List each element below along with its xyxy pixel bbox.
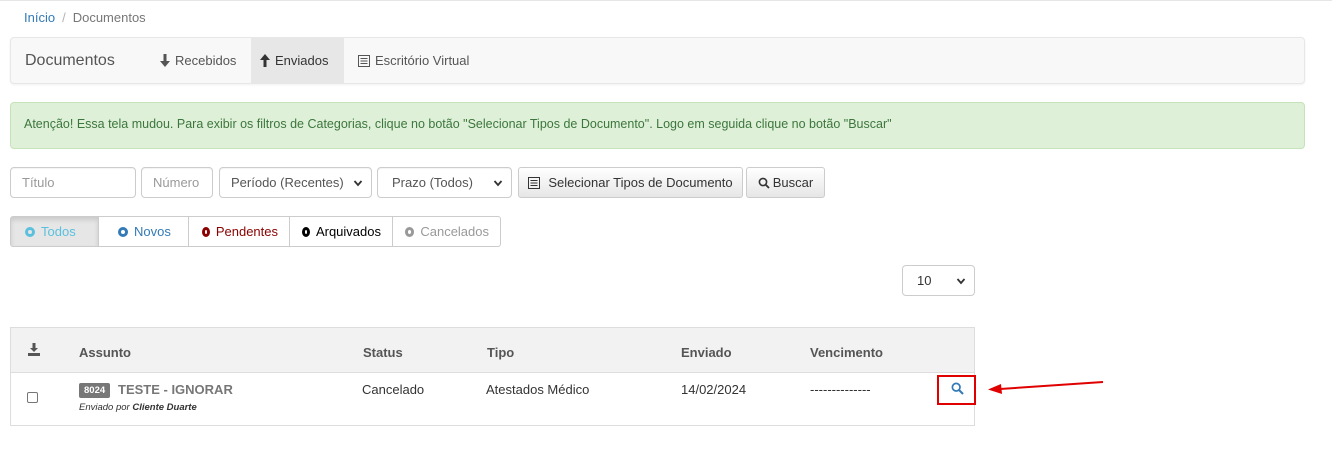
search-button-label: Buscar [772,175,814,190]
navbar-brand[interactable]: Documentos [25,52,115,70]
arrow-up-icon [260,54,270,67]
row-select-checkbox[interactable] [27,392,38,403]
tab-virtual-office-label: Escritório Virtual [375,53,470,68]
status-filter-all-label: Todos [41,224,76,239]
tab-sent-label: Enviados [275,53,329,68]
highlight-box [937,375,976,405]
status-filter-cancelled[interactable]: Cancelados [393,216,501,247]
document-sender: Enviado por Cliente Duarte [79,402,197,413]
period-select-value: Período (Recentes) [231,175,344,190]
arrow-down-icon [160,54,170,67]
circle-icon [118,226,128,237]
number-input[interactable]: Número [141,167,213,198]
documents-navbar: Documentos Recebidos Enviados Escritório… [10,37,1305,84]
list-icon [358,54,370,67]
column-header-subject[interactable]: Assunto [79,345,131,360]
document-due-date: -------------- [810,382,871,397]
breadcrumb-current: Documentos [72,10,146,25]
deadline-select-value: Prazo (Todos) [392,175,473,190]
tab-virtual-office[interactable]: Escritório Virtual [349,38,478,83]
document-status: Cancelado [362,382,425,397]
column-header-type[interactable]: Tipo [487,345,514,360]
breadcrumb-separator: / [62,10,66,25]
status-filter-pending-label: Pendentes [215,224,278,239]
select-document-types-label: Selecionar Tipos de Documento [548,175,733,190]
status-filter-group: Todos Novos Pendentes Arquivados Cancela… [10,216,501,247]
table-header: Assunto Status Tipo Enviado Vencimento [11,328,974,373]
tab-received-label: Recebidos [175,53,237,68]
status-filter-archived[interactable]: Arquivados [290,216,393,247]
tab-sent[interactable]: Enviados [251,38,344,83]
page-size-value: 10 [917,273,932,288]
circle-icon [202,226,210,237]
documents-table: Assunto Status Tipo Enviado Vencimento 8… [10,327,975,426]
status-filter-all[interactable]: Todos [10,216,99,247]
list-icon [528,176,541,189]
deadline-select[interactable]: Prazo (Todos) [377,167,512,198]
title-input-placeholder: Título [22,175,55,190]
circle-icon [25,226,35,237]
document-type: Atestados Médico [486,382,590,397]
status-filter-cancelled-label: Cancelados [420,224,489,239]
chevron-down-icon [493,179,503,186]
download-icon[interactable] [28,343,40,356]
circle-icon [405,226,415,237]
top-divider [0,0,1332,1]
sender-name: Cliente Duarte [132,402,197,413]
chevron-down-icon [353,179,363,186]
alert-text: Atenção! Essa tela mudou. Para exibir os… [24,117,892,131]
breadcrumb: Início / Documentos [24,10,146,25]
document-subject-link[interactable]: TESTE - IGNORAR [118,382,233,397]
circle-icon [302,226,310,237]
search-button[interactable]: Buscar [746,167,825,198]
search-icon [758,177,770,189]
column-header-sent[interactable]: Enviado [681,345,732,360]
status-filter-new[interactable]: Novos [99,216,189,247]
period-select[interactable]: Período (Recentes) [219,167,372,198]
tab-received[interactable]: Recebidos [151,38,245,83]
number-input-placeholder: Número [153,175,200,190]
breadcrumb-home-link[interactable]: Início [24,10,55,25]
page-size-select[interactable]: 10 [902,265,975,296]
sender-prefix: Enviado por [79,402,130,413]
column-header-status[interactable]: Status [363,345,403,360]
select-document-types-button[interactable]: Selecionar Tipos de Documento [518,167,743,198]
annotation-arrow-icon [988,381,1104,394]
status-filter-pending[interactable]: Pendentes [189,216,290,247]
status-filter-archived-label: Arquivados [315,224,381,239]
title-input[interactable]: Título [10,167,136,198]
info-alert: Atenção! Essa tela mudou. Para exibir os… [10,102,1305,149]
document-sent-date: 14/02/2024 [681,382,747,397]
status-filter-new-label: Novos [134,224,171,239]
chevron-down-icon [956,277,966,284]
document-id-badge: 8024 [79,383,111,398]
column-header-due[interactable]: Vencimento [810,345,883,360]
